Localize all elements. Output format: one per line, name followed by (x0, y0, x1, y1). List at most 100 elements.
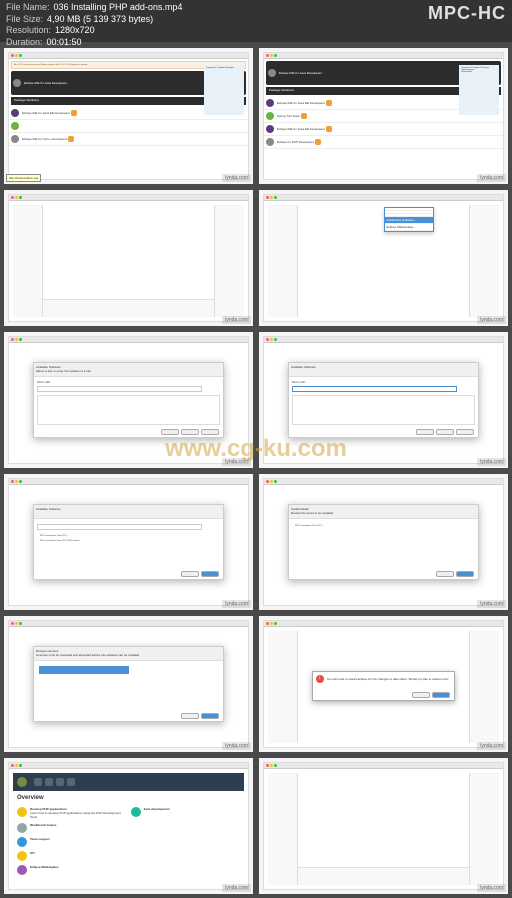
filename-label: File Name: (6, 2, 50, 14)
app-title: MPC-HC (428, 2, 506, 25)
outline-view[interactable] (469, 631, 499, 743)
work-with-label: Work with: (292, 380, 306, 384)
workbench-icon (17, 823, 27, 833)
software-list[interactable] (292, 395, 475, 425)
thumb-install-dialog-list[interactable]: Available Software PHP Development Tools… (4, 474, 253, 610)
overview-marketplace[interactable]: Eclipse Marketplace (17, 865, 127, 875)
php-explorer[interactable] (268, 773, 298, 885)
watermark: lynda.com (222, 884, 251, 892)
cancel-button[interactable] (201, 429, 219, 435)
dialog-subtitle: Licenses must be reviewed and accepted b… (36, 653, 221, 657)
eclipse-icon (268, 69, 276, 77)
site-combo[interactable] (37, 524, 202, 530)
dialog-subtitle: Review the items to be installed. (291, 511, 476, 515)
problems-view[interactable] (43, 299, 214, 317)
thumbnail-grid: Mac OS X users please note: Eclipse requ… (4, 48, 508, 894)
marketplace-icon (17, 865, 27, 875)
duration-value: 00:01:50 (47, 37, 82, 49)
overview-git[interactable]: GIT (17, 851, 127, 861)
filesize-value: 4,90 MB (5 139 373 bytes) (47, 14, 153, 26)
thumb-welcome-overview[interactable]: Overview Develop PHP applications Learn … (4, 758, 253, 894)
downloads-sidebar: Compare & Combine Packages Documentation… (459, 65, 499, 115)
package-explorer[interactable] (13, 205, 43, 317)
next-button[interactable] (436, 429, 454, 435)
file-info-header: File Name: 036 Installing PHP add-ons.mp… (0, 0, 512, 42)
menu-marketplace[interactable]: Eclipse Marketplace... (385, 224, 433, 231)
watermark: lynda.com (477, 458, 506, 466)
items-list: PHP Development Tools (PDT) (294, 524, 382, 533)
watermark: lynda.com (222, 316, 251, 324)
git-icon (17, 851, 27, 861)
pkg-php: Eclipse for PHP Developers (264, 136, 503, 149)
thumb-restart-popup[interactable]: ! You will need to restart Eclipse for t… (259, 616, 508, 752)
site-combo[interactable] (292, 386, 457, 392)
back-button[interactable] (416, 429, 434, 435)
overview-team[interactable]: Team support (17, 837, 127, 847)
package-explorer[interactable] (268, 205, 298, 317)
package-explorer[interactable] (268, 631, 298, 743)
next-button[interactable] (456, 571, 474, 577)
overview-php[interactable]: Develop PHP applications Learn how to de… (17, 807, 127, 819)
thumb-install-dialog-2[interactable]: Available Software Work with: lynda.com (259, 332, 508, 468)
outline-view[interactable] (469, 205, 499, 317)
nav-icon[interactable] (56, 778, 64, 786)
watermark: lynda.com (477, 316, 506, 324)
watermark: lynda.com (222, 458, 251, 466)
thumb-license-review[interactable]: Review Licenses Licenses must be reviewe… (4, 616, 253, 752)
watermark: lynda.com (477, 742, 506, 750)
help-menu-dropdown[interactable]: Install New Software... Eclipse Marketpl… (384, 207, 434, 232)
duration-label: Duration: (6, 37, 43, 49)
site-combo[interactable] (37, 386, 202, 392)
next-button[interactable] (181, 429, 199, 435)
watermark: lynda.com (222, 742, 251, 750)
work-with-label: Work with: (37, 380, 51, 384)
watermark: lynda.com (222, 600, 251, 608)
thumb-eclipse-help-menu[interactable]: Install New Software... Eclipse Marketpl… (259, 190, 508, 326)
nav-icon[interactable] (67, 778, 75, 786)
cancel-button[interactable] (456, 429, 474, 435)
watermark: lynda.com (477, 600, 506, 608)
next-button[interactable] (201, 571, 219, 577)
license-text (133, 666, 219, 674)
thumb-eclipse-php-perspective[interactable]: lynda.com (259, 758, 508, 894)
url-tooltip: http://www.eclipse.org (6, 174, 41, 182)
thumb-install-dialog-1[interactable]: Available Software Select a site or ente… (4, 332, 253, 468)
filename-value: 036 Installing PHP add-ons.mp4 (54, 2, 183, 14)
software-list[interactable] (37, 395, 220, 425)
overview-heading: Overview (13, 791, 244, 805)
cancel-button[interactable] (181, 571, 199, 577)
restart-dialog: ! You will need to restart Eclipse for t… (312, 671, 455, 701)
license-dialog: Review Licenses Licenses must be reviewe… (33, 646, 224, 722)
version-column (131, 534, 219, 544)
nav-icon[interactable] (34, 778, 42, 786)
nav-icon[interactable] (45, 778, 53, 786)
outline-view[interactable] (469, 773, 499, 885)
console-view[interactable] (298, 867, 469, 885)
thumb-install-review[interactable]: Install Details Review the items to be i… (259, 474, 508, 610)
name-column: PHP Development Tools (PDT) PHP Developm… (39, 534, 127, 544)
install-dialog: Available Software Work with: (288, 362, 479, 438)
thumb-eclipse-downloads-2[interactable]: Eclipse IDE for Java Developers Package … (259, 48, 508, 184)
overview-workbench[interactable]: Workbench basics (17, 823, 127, 833)
menu-install-software[interactable]: Install New Software... (385, 217, 433, 224)
no-button[interactable] (412, 692, 430, 698)
finish-button[interactable] (201, 713, 219, 719)
overview-java[interactable]: Java development (131, 807, 241, 819)
cancel-button[interactable] (181, 713, 199, 719)
yes-button[interactable] (432, 692, 450, 698)
info-icon: ! (316, 675, 324, 683)
back-button[interactable] (436, 571, 454, 577)
thumb-eclipse-ide-empty[interactable]: lynda.com (4, 190, 253, 326)
eclipse-logo-icon (17, 777, 27, 787)
outline-view[interactable] (214, 205, 244, 317)
dialog-title: Available Software (291, 365, 476, 369)
pkg-jee2: Eclipse IDE for Java EE Developers (264, 123, 503, 136)
thumb-eclipse-downloads-1[interactable]: Mac OS X users please note: Eclipse requ… (4, 48, 253, 184)
watermark: lynda.com (222, 174, 251, 182)
review-dialog: Install Details Review the items to be i… (288, 504, 479, 580)
license-list[interactable] (39, 666, 129, 674)
team-icon (17, 837, 27, 847)
back-button[interactable] (161, 429, 179, 435)
watermark: lynda.com (477, 174, 506, 182)
php-icon (17, 807, 27, 817)
